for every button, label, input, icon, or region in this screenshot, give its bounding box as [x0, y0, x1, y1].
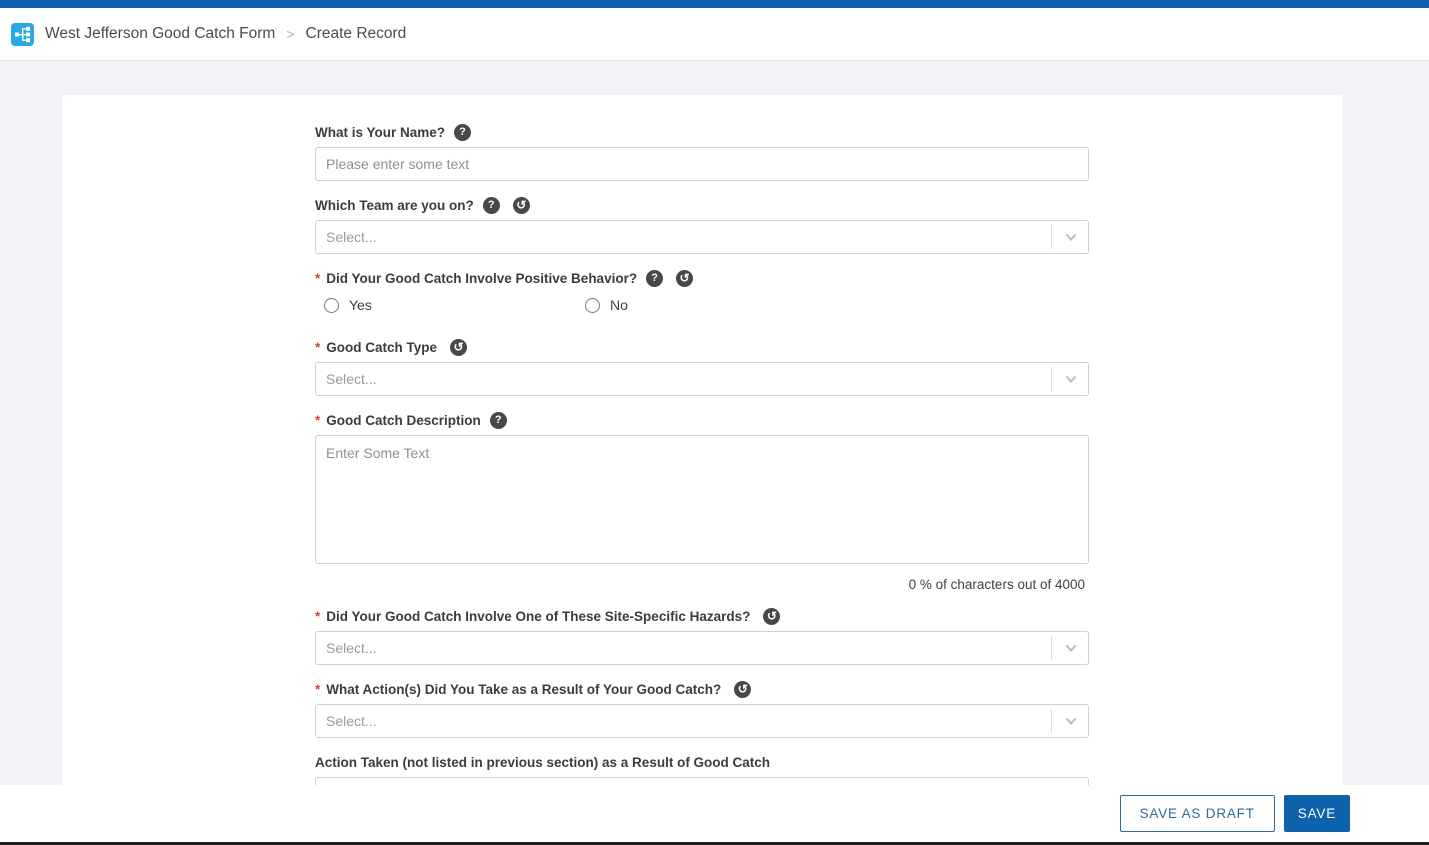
site-hazards-select[interactable]: Select...	[315, 631, 1089, 665]
actions-taken-select[interactable]: Select...	[315, 704, 1089, 738]
field-description-label: Good Catch Description	[326, 412, 481, 429]
refresh-icon[interactable]: ↺	[450, 339, 467, 356]
chevron-down-icon	[1063, 713, 1079, 729]
radio-button-icon[interactable]	[585, 298, 600, 313]
top-accent-bar	[0, 0, 1429, 8]
refresh-icon[interactable]: ↺	[734, 681, 751, 698]
help-icon[interactable]: ?	[646, 270, 663, 287]
field-actions-taken-label: What Action(s) Did You Take as a Result …	[326, 681, 721, 698]
breadcrumb-create-record: Create Record	[306, 25, 407, 43]
action-footer: SAVE AS DRAFT SAVE	[0, 785, 1429, 842]
field-positive-behavior-label: Did Your Good Catch Involve Positive Beh…	[326, 270, 637, 287]
help-icon[interactable]: ?	[490, 412, 507, 429]
hierarchy-icon	[14, 26, 31, 43]
field-name: What is Your Name? ?	[315, 124, 1089, 181]
required-marker: *	[315, 270, 320, 287]
breadcrumb-header: West Jefferson Good Catch Form > Create …	[0, 8, 1429, 61]
form-card: What is Your Name? ? Which Team are you …	[62, 95, 1342, 845]
field-team: Which Team are you on? ? ↺ Select...	[315, 197, 1089, 254]
chevron-down-icon	[1063, 229, 1079, 245]
field-team-label: Which Team are you on?	[315, 197, 474, 214]
save-as-draft-button[interactable]: SAVE AS DRAFT	[1120, 795, 1275, 832]
help-icon[interactable]: ?	[454, 124, 471, 141]
refresh-icon[interactable]: ↺	[676, 270, 693, 287]
help-icon[interactable]: ?	[483, 197, 500, 214]
chevron-down-icon	[1063, 371, 1079, 387]
required-marker: *	[315, 412, 320, 429]
good-catch-type-select[interactable]: Select...	[315, 362, 1089, 396]
field-positive-behavior: * Did Your Good Catch Involve Positive B…	[315, 270, 1089, 313]
name-input[interactable]	[315, 147, 1089, 181]
save-button[interactable]: SAVE	[1284, 795, 1350, 832]
chevron-down-icon	[1063, 640, 1079, 656]
field-site-hazards-label: Did Your Good Catch Involve One of These…	[326, 608, 750, 625]
field-actions-taken: * What Action(s) Did You Take as a Resul…	[315, 681, 1089, 738]
radio-button-icon[interactable]	[324, 298, 339, 313]
character-counter: 0 % of characters out of 4000	[315, 577, 1089, 592]
breadcrumb-separator-icon: >	[286, 26, 294, 42]
required-marker: *	[315, 608, 320, 625]
required-marker: *	[315, 681, 320, 698]
radio-option-yes[interactable]: Yes	[324, 297, 585, 313]
radio-option-no[interactable]: No	[585, 297, 1089, 313]
required-marker: *	[315, 339, 320, 356]
team-select[interactable]: Select...	[315, 220, 1089, 254]
field-description: * Good Catch Description ? 0 % of charac…	[315, 412, 1089, 592]
field-good-catch-type: * Good Catch Type ↺ Select...	[315, 339, 1089, 396]
field-site-hazards: * Did Your Good Catch Involve One of The…	[315, 608, 1089, 665]
refresh-icon[interactable]: ↺	[513, 197, 530, 214]
refresh-icon[interactable]: ↺	[763, 608, 780, 625]
field-name-label: What is Your Name?	[315, 124, 445, 141]
breadcrumb-form-name[interactable]: West Jefferson Good Catch Form	[45, 25, 275, 43]
field-action-taken-other-label: Action Taken (not listed in previous sec…	[315, 754, 770, 771]
description-textarea[interactable]	[315, 435, 1089, 564]
form-app-icon[interactable]	[11, 23, 34, 46]
field-good-catch-type-label: Good Catch Type	[326, 339, 437, 356]
